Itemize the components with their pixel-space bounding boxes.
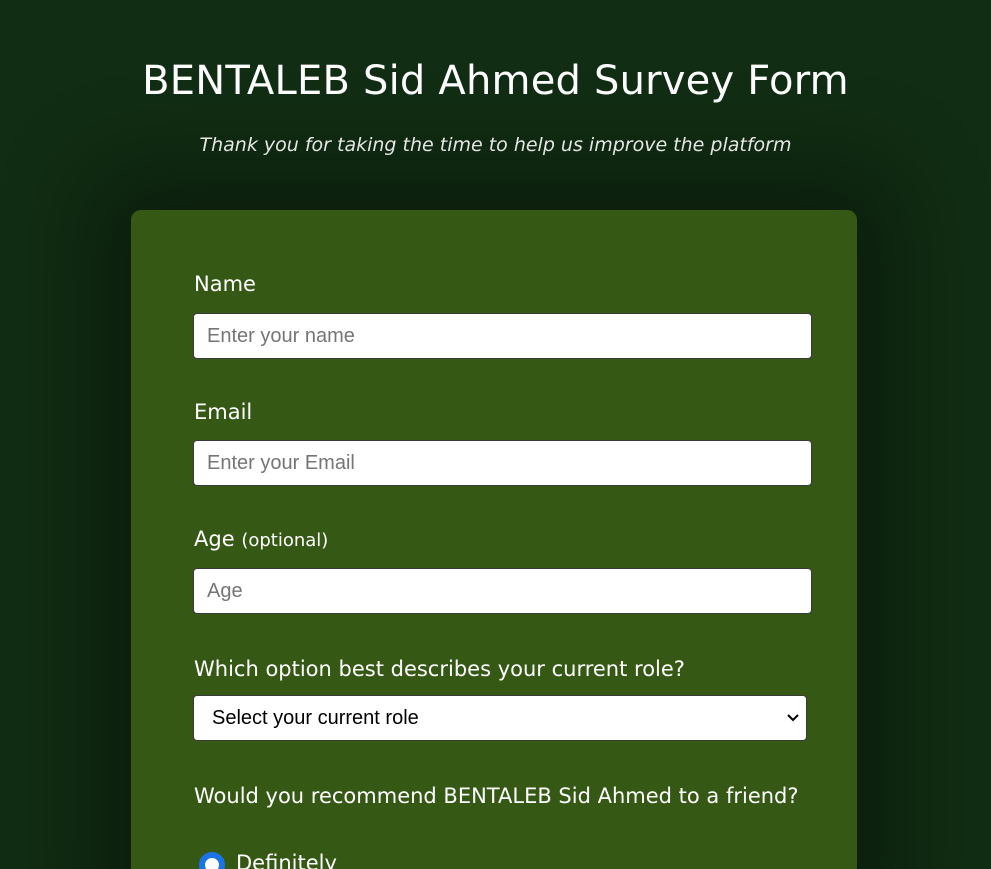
email-input[interactable] <box>193 440 812 486</box>
survey-form: Name Email Age (optional) Which option b… <box>131 210 857 869</box>
role-dropdown[interactable]: Select your current role <box>193 695 807 741</box>
page-description: Thank you for taking the time to help us… <box>199 134 792 156</box>
email-label: Email <box>194 400 253 424</box>
page-title: BENTALEB Sid Ahmed Survey Form <box>142 58 849 104</box>
age-optional-note: (optional) <box>241 530 329 551</box>
recommend-label: Would you recommend BENTALEB Sid Ahmed t… <box>194 784 799 808</box>
name-input[interactable] <box>193 313 812 359</box>
role-label: Which option best describes your current… <box>194 657 685 681</box>
name-label: Name <box>194 272 256 296</box>
age-input[interactable] <box>193 568 812 614</box>
role-selected-value: Select your current role <box>212 707 419 729</box>
age-label-text: Age <box>194 527 235 551</box>
radio-option-label: Definitely <box>236 851 337 869</box>
chevron-down-icon <box>787 714 799 722</box>
radio-selected-icon[interactable] <box>199 852 225 869</box>
age-label: Age (optional) <box>194 527 328 551</box>
